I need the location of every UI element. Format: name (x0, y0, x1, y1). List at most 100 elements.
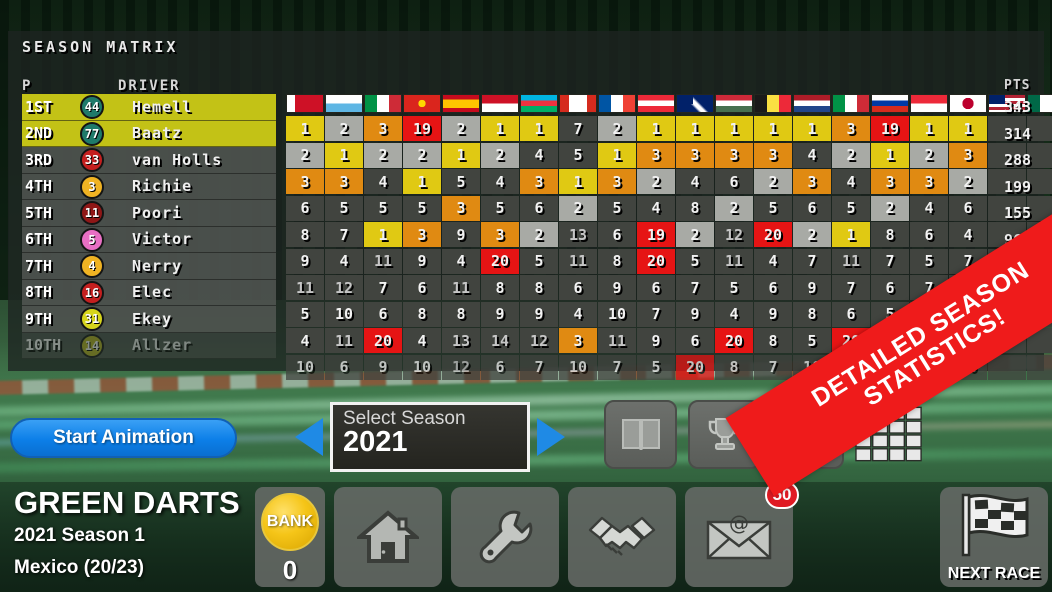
result-cell[interactable]: 5 (598, 195, 636, 221)
driver-row[interactable]: 3RD 33 van Holls (22, 147, 276, 174)
result-cell[interactable]: 1 (871, 142, 909, 168)
result-cell[interactable]: 7 (364, 275, 402, 300)
result-cell[interactable]: 4 (559, 301, 597, 327)
sanmarino-flag[interactable] (325, 94, 363, 113)
result-cell[interactable]: 7 (325, 222, 363, 247)
settings-button[interactable] (451, 487, 559, 587)
result-cell[interactable]: 6 (910, 222, 948, 247)
result-cell[interactable]: 5 (754, 195, 792, 221)
result-cell[interactable]: 2 (598, 116, 636, 141)
result-cell[interactable]: 7 (637, 301, 675, 327)
result-cell[interactable]: 1 (442, 142, 480, 168)
result-cell[interactable]: 3 (325, 169, 363, 194)
result-cell[interactable]: 4 (520, 142, 558, 168)
result-cell[interactable]: 8 (871, 222, 909, 247)
season-display-box[interactable]: Select Season 2021 (330, 402, 530, 472)
result-cell[interactable]: 7 (598, 354, 636, 380)
result-cell[interactable]: 12 (520, 328, 558, 353)
bahrain-flag[interactable] (286, 94, 324, 113)
result-cell[interactable]: 9 (793, 275, 831, 300)
result-cell[interactable]: 1 (364, 222, 402, 247)
driver-row[interactable]: 9TH 31 Ekey (22, 306, 276, 333)
result-cell[interactable]: 6 (286, 195, 324, 221)
result-cell[interactable]: 10 (559, 354, 597, 380)
result-cell[interactable]: 1 (286, 116, 324, 141)
driver-row[interactable]: 8TH 16 Elec (22, 279, 276, 306)
result-cell[interactable]: 6 (949, 195, 987, 221)
result-cell[interactable]: 2 (559, 195, 597, 221)
result-cell[interactable]: 7 (832, 275, 870, 300)
result-cell[interactable]: 2 (637, 169, 675, 194)
result-cell[interactable]: 12 (325, 275, 363, 300)
hungary-flag[interactable] (715, 94, 753, 113)
result-cell[interactable]: 20 (637, 248, 675, 274)
result-cell[interactable]: 3 (559, 328, 597, 353)
driver-row[interactable]: 4TH 3 Richie (22, 173, 276, 200)
belgium-flag[interactable] (754, 94, 792, 113)
result-cell[interactable]: 19 (637, 222, 675, 247)
result-cell[interactable]: 10 (325, 301, 363, 327)
vietnam-flag[interactable] (403, 94, 441, 113)
result-cell[interactable]: 6 (403, 275, 441, 300)
result-cell[interactable]: 10 (598, 301, 636, 327)
result-cell[interactable]: 2 (871, 195, 909, 221)
result-cell[interactable]: 6 (754, 275, 792, 300)
result-cell[interactable]: 1 (403, 169, 441, 194)
result-cell[interactable]: 8 (442, 301, 480, 327)
deals-button[interactable] (568, 487, 676, 587)
result-cell[interactable]: 20 (481, 248, 519, 274)
result-cell[interactable]: 11 (715, 248, 753, 274)
next-season-arrow-icon[interactable] (537, 418, 565, 456)
result-cell[interactable]: 3 (598, 169, 636, 194)
result-cell[interactable]: 11 (559, 248, 597, 274)
result-cell[interactable]: 2 (481, 142, 519, 168)
result-cell[interactable]: 4 (286, 328, 324, 353)
result-cell[interactable]: 12 (715, 222, 753, 247)
result-cell[interactable]: 8 (286, 222, 324, 247)
mail-button[interactable]: @ 50 (685, 481, 799, 587)
result-cell[interactable]: 1 (325, 142, 363, 168)
result-cell[interactable]: 20 (676, 354, 714, 380)
result-cell[interactable]: 20 (364, 328, 402, 353)
result-cell[interactable]: 10 (403, 354, 441, 380)
result-cell[interactable]: 4 (793, 142, 831, 168)
result-cell[interactable]: 11 (598, 328, 636, 353)
result-cell[interactable]: 5 (637, 354, 675, 380)
result-cell[interactable]: 1 (598, 142, 636, 168)
result-cell[interactable]: 14 (481, 328, 519, 353)
result-cell[interactable]: 6 (793, 195, 831, 221)
result-cell[interactable]: 2 (676, 222, 714, 247)
result-cell[interactable]: 6 (715, 169, 753, 194)
result-cell[interactable]: 11 (286, 275, 324, 300)
result-cell[interactable]: 7 (559, 116, 597, 141)
result-cell[interactable]: 19 (403, 116, 441, 141)
result-cell[interactable]: 3 (754, 142, 792, 168)
result-cell[interactable]: 1 (715, 116, 753, 141)
result-cell[interactable]: 4 (325, 248, 363, 274)
result-cell[interactable]: 20 (715, 328, 753, 353)
result-cell[interactable]: 2 (754, 169, 792, 194)
result-cell[interactable]: 5 (715, 275, 753, 300)
result-cell[interactable]: 5 (442, 169, 480, 194)
result-cell[interactable]: 6 (598, 222, 636, 247)
result-cell[interactable]: 3 (793, 169, 831, 194)
prev-season-arrow-icon[interactable] (295, 418, 323, 456)
result-cell[interactable]: 3 (364, 116, 402, 141)
result-cell[interactable]: 2 (325, 116, 363, 141)
result-cell[interactable]: 6 (481, 354, 519, 380)
result-cell[interactable]: 2 (832, 142, 870, 168)
result-cell[interactable]: 3 (676, 142, 714, 168)
result-cell[interactable]: 5 (286, 301, 324, 327)
canada-flag[interactable] (559, 94, 597, 113)
result-cell[interactable]: 8 (715, 354, 753, 380)
result-cell[interactable]: 2 (793, 222, 831, 247)
result-cell[interactable]: 6 (364, 301, 402, 327)
result-cell[interactable]: 4 (715, 301, 753, 327)
result-cell[interactable]: 5 (832, 195, 870, 221)
next-race-button[interactable]: NEXT RACE (940, 487, 1048, 587)
driver-row[interactable]: 6TH 5 Victor (22, 226, 276, 253)
driver-row[interactable]: 1ST 44 Hemell (22, 94, 276, 121)
result-cell[interactable]: 8 (403, 301, 441, 327)
records-book-button[interactable] (604, 400, 677, 469)
result-cell[interactable]: 1 (676, 116, 714, 141)
